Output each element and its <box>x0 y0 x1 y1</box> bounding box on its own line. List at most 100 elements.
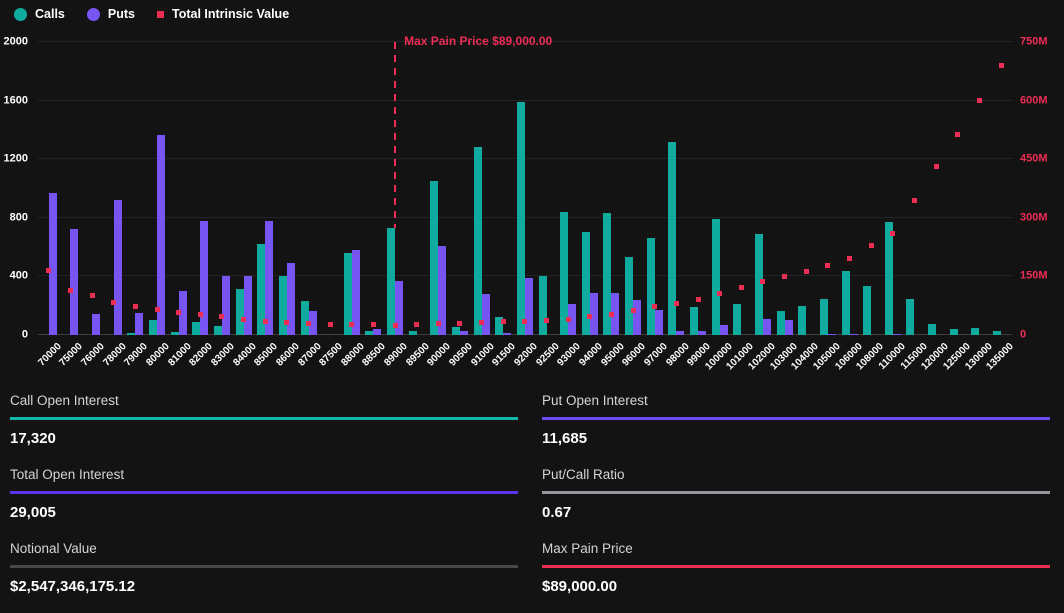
x-axis-label-93000: 93000 <box>556 341 583 368</box>
calls-bar-91000 <box>474 147 482 335</box>
calls-bar-88500 <box>365 331 373 335</box>
stat-max-pain-price: Max Pain Price $89,000.00 <box>542 539 1050 603</box>
stat-value: $2,547,346,175.12 <box>10 568 518 603</box>
strike-group-70000 <box>38 42 60 335</box>
x-axis-label-85000: 85000 <box>253 341 280 368</box>
calls-bar-92000 <box>517 102 525 335</box>
legend-item-total-intrinsic-value[interactable]: Total Intrinsic Value <box>157 7 289 21</box>
strike-group-105000 <box>817 42 839 335</box>
x-axis-label-79000: 79000 <box>123 341 150 368</box>
legend-total-intrinsic-value-label: Total Intrinsic Value <box>172 7 289 21</box>
intrinsic-value-dot-95000 <box>609 312 614 317</box>
puts-bar-84000 <box>244 276 252 335</box>
stat-value: 17,320 <box>10 420 518 455</box>
puts-bar-90500 <box>460 331 468 335</box>
strike-group-90500 <box>449 42 471 335</box>
calls-bar-101000 <box>733 304 741 335</box>
calls-bar-100000 <box>712 219 720 335</box>
right-axis-tick: 450M <box>1020 154 1048 165</box>
intrinsic-value-dot-88500 <box>371 322 376 327</box>
calls-bar-125000 <box>950 329 958 335</box>
x-axis-label-92000: 92000 <box>512 341 539 368</box>
stat-label: Notional Value <box>10 539 518 568</box>
strike-group-89500 <box>406 42 428 335</box>
stat-value: $89,000.00 <box>542 568 1050 603</box>
x-axis-label-90000: 90000 <box>426 341 453 368</box>
strike-group-81000 <box>168 42 190 335</box>
intrinsic-value-dot-78000 <box>111 300 116 305</box>
x-axis-label-80000: 80000 <box>144 341 171 368</box>
x-axis-label-88500: 88500 <box>361 341 388 368</box>
puts-bar-91500 <box>503 333 511 335</box>
x-axis-label-70000: 70000 <box>36 341 63 368</box>
puts-bar-102000 <box>763 319 771 335</box>
calls-bar-130000 <box>971 328 979 335</box>
calls-bar-98000 <box>668 142 676 335</box>
strike-group-108000 <box>860 42 882 335</box>
calls-bar-83000 <box>214 326 222 335</box>
puts-bar-91000 <box>482 294 490 335</box>
legend-item-puts[interactable]: Puts <box>87 7 135 21</box>
strike-group-103000 <box>774 42 796 335</box>
x-axis-label-88000: 88000 <box>339 341 366 368</box>
stat-label: Put/Call Ratio <box>542 465 1050 494</box>
intrinsic-value-dot-110000 <box>890 231 895 236</box>
intrinsic-value-dot-115000 <box>912 198 917 203</box>
right-axis-tick: 300M <box>1020 212 1048 223</box>
intrinsic-value-dot-82000 <box>198 312 203 317</box>
calls-bar-84000 <box>236 289 244 335</box>
puts-bar-70000 <box>49 193 57 335</box>
strike-group-75000 <box>60 42 82 335</box>
strike-group-94000 <box>579 42 601 335</box>
strike-group-88500 <box>363 42 385 335</box>
calls-bar-89000 <box>387 228 395 335</box>
puts-bar-92000 <box>525 278 533 335</box>
calls-bar-80000 <box>149 320 157 335</box>
puts-bar-110000 <box>893 334 901 335</box>
calls-bar-92500 <box>539 276 547 335</box>
intrinsic-value-dot-85000 <box>263 319 268 324</box>
calls-bar-86000 <box>279 276 287 335</box>
strike-group-79000 <box>125 42 147 335</box>
calls-bar-79000 <box>127 333 135 335</box>
intrinsic-value-dot-86000 <box>284 320 289 325</box>
legend-item-calls[interactable]: Calls <box>14 7 65 21</box>
x-axis-label-81000: 81000 <box>166 341 193 368</box>
intrinsic-value-dot-125000 <box>955 132 960 137</box>
intrinsic-value-dot-100000 <box>717 291 722 296</box>
intrinsic-value-dot-76000 <box>90 293 95 298</box>
stat-put-open-interest: Put Open Interest 11,685 <box>542 391 1050 455</box>
intrinsic-value-dot-80000 <box>155 307 160 312</box>
puts-bar-106000 <box>850 334 858 335</box>
left-y-axis: 0400800120016002000 <box>0 42 33 335</box>
puts-bar-105000 <box>828 334 836 335</box>
calls-bar-99000 <box>690 307 698 335</box>
intrinsic-value-dot-81000 <box>176 310 181 315</box>
legend-calls-label: Calls <box>35 7 65 21</box>
stats-panel: Call Open Interest 17,320 Put Open Inter… <box>0 385 1064 613</box>
bar-series-layer <box>38 42 1012 335</box>
calls-bar-102000 <box>755 234 763 335</box>
left-axis-tick: 0 <box>22 330 28 341</box>
stat-notional-value: Notional Value $2,547,346,175.12 <box>10 539 518 603</box>
strike-group-100000 <box>709 42 731 335</box>
stat-value: 0.67 <box>542 494 1050 529</box>
x-axis-label-87000: 87000 <box>296 341 323 368</box>
intrinsic-value-dot-130000 <box>977 98 982 103</box>
strike-group-76000 <box>81 42 103 335</box>
strike-group-88000 <box>341 42 363 335</box>
strike-group-130000 <box>969 42 991 335</box>
intrinsic-value-dot-102000 <box>760 279 765 284</box>
strike-group-97000 <box>644 42 666 335</box>
stat-value: 11,685 <box>542 420 1050 455</box>
intrinsic-value-dot-75000 <box>68 288 73 293</box>
intrinsic-value-dot-87000 <box>306 321 311 326</box>
intrinsic-value-dot-87500 <box>328 322 333 327</box>
left-axis-tick: 400 <box>10 271 28 282</box>
intrinsic-value-dot-93000 <box>566 317 571 322</box>
strike-group-135000 <box>990 42 1012 335</box>
strike-group-78000 <box>103 42 125 335</box>
x-axis-label-83000: 83000 <box>209 341 236 368</box>
calls-bar-103000 <box>777 311 785 335</box>
strike-group-83000 <box>211 42 233 335</box>
